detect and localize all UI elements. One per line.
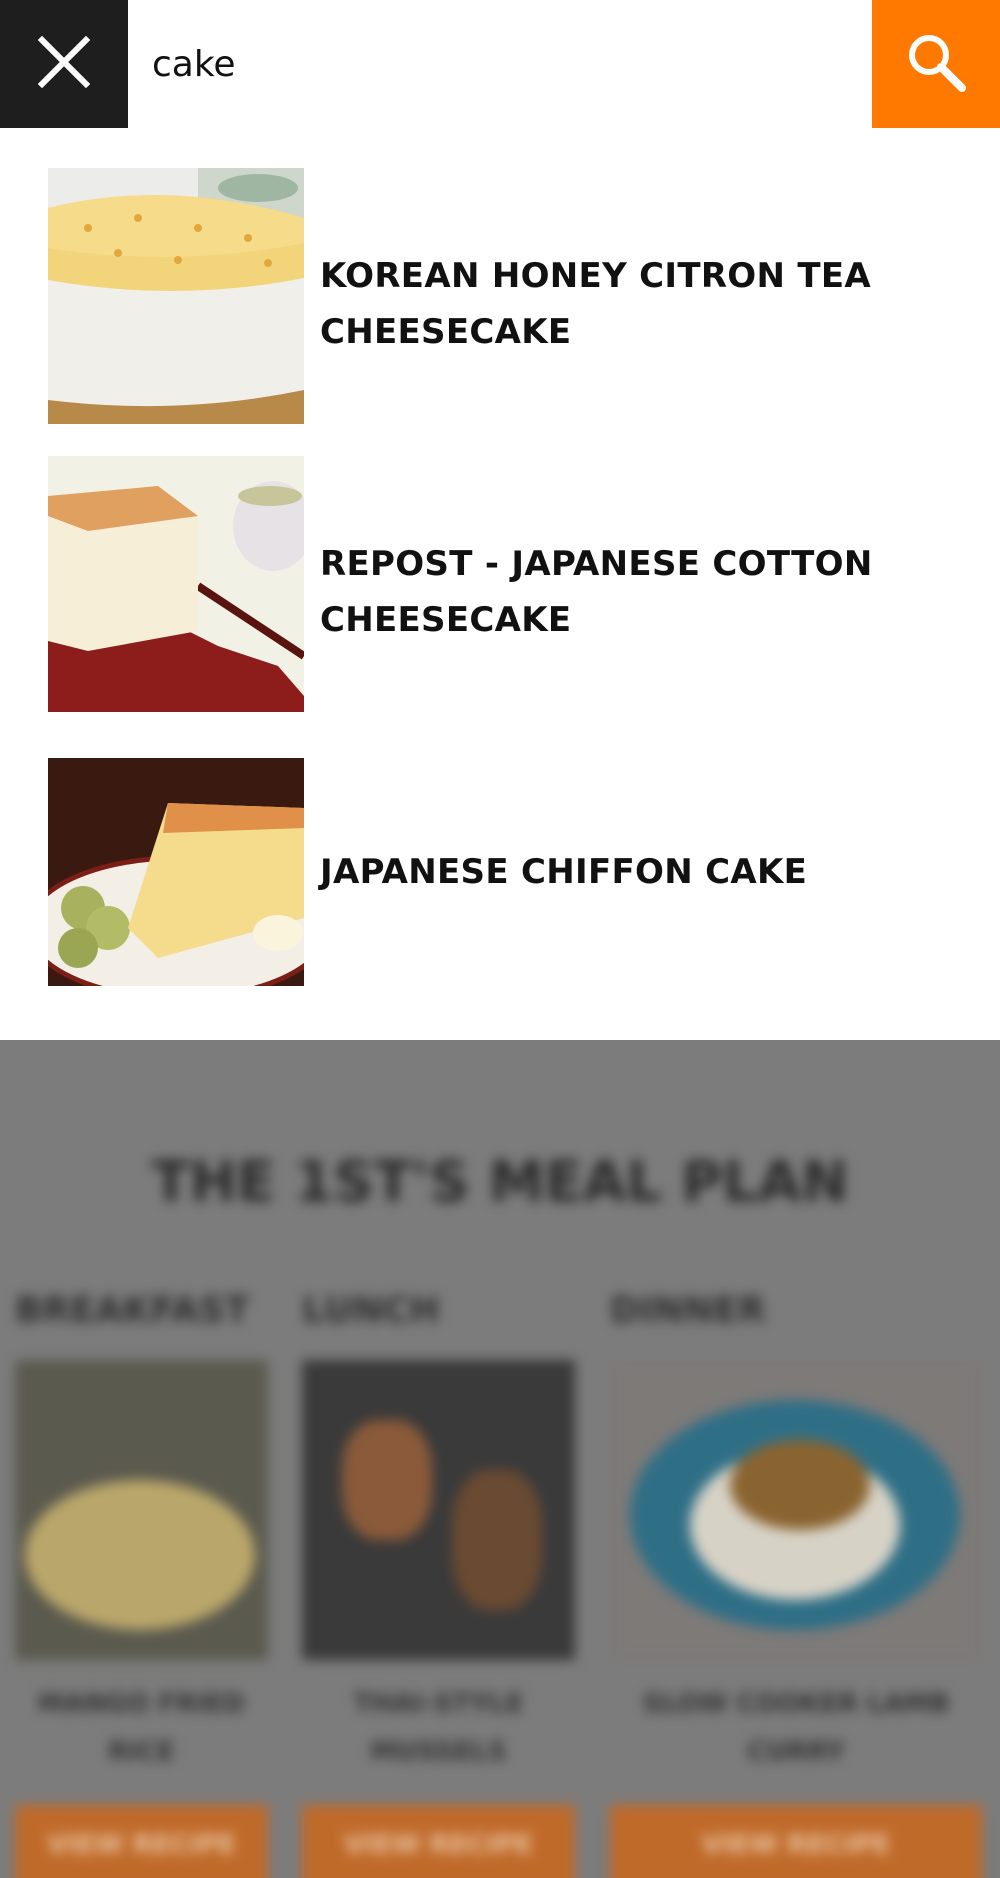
search-icon xyxy=(904,30,968,99)
close-icon xyxy=(37,35,91,93)
meal-label: BREAKFAST xyxy=(15,1290,250,1331)
result-title[interactable]: REPOST - JAPANESE COTTON CHEESECAKE xyxy=(320,536,960,648)
view-recipe-button: VIEW RECIPE xyxy=(15,1805,268,1878)
view-recipe-button: VIEW RECIPE xyxy=(610,1805,982,1878)
result-thumbnail xyxy=(48,168,304,424)
meal-image xyxy=(302,1360,575,1660)
search-input[interactable] xyxy=(152,30,852,98)
meal-name: SLOW COOKER LAMB CURRY xyxy=(642,1689,950,1767)
result-title[interactable]: JAPANESE CHIFFON CAKE xyxy=(320,844,960,900)
page-overlay[interactable]: THE 1ST'S MEAL PLAN BREAKFAST MANGO FRIE… xyxy=(0,1040,1000,1878)
meal-image xyxy=(610,1360,982,1660)
meal-name: THAI-STYLE MUSSELS xyxy=(353,1689,524,1767)
result-thumbnail xyxy=(48,456,304,712)
meal-name: MANGO FRIED RICE xyxy=(37,1689,246,1767)
search-results-list: KOREAN HONEY CITRON TEA CHEESECAKE REPOS… xyxy=(0,128,1000,1040)
search-result-item[interactable]: KOREAN HONEY CITRON TEA CHEESECAKE xyxy=(48,168,968,424)
background-page: THE 1ST'S MEAL PLAN BREAKFAST MANGO FRIE… xyxy=(0,1040,1000,1878)
result-thumbnail xyxy=(48,758,304,986)
result-title[interactable]: KOREAN HONEY CITRON TEA CHEESECAKE xyxy=(320,248,960,360)
meal-label: LUNCH xyxy=(302,1290,440,1331)
meal-plan-title: THE 1ST'S MEAL PLAN xyxy=(151,1150,849,1215)
meal-label: DINNER xyxy=(610,1290,766,1331)
close-search-button[interactable] xyxy=(0,0,128,128)
view-recipe-button: VIEW RECIPE xyxy=(302,1805,575,1878)
meal-image xyxy=(15,1360,268,1660)
search-button[interactable] xyxy=(872,0,1000,128)
search-bar xyxy=(0,0,1000,128)
search-result-item[interactable]: JAPANESE CHIFFON CAKE xyxy=(48,758,968,986)
search-result-item[interactable]: REPOST - JAPANESE COTTON CHEESECAKE xyxy=(48,456,968,712)
